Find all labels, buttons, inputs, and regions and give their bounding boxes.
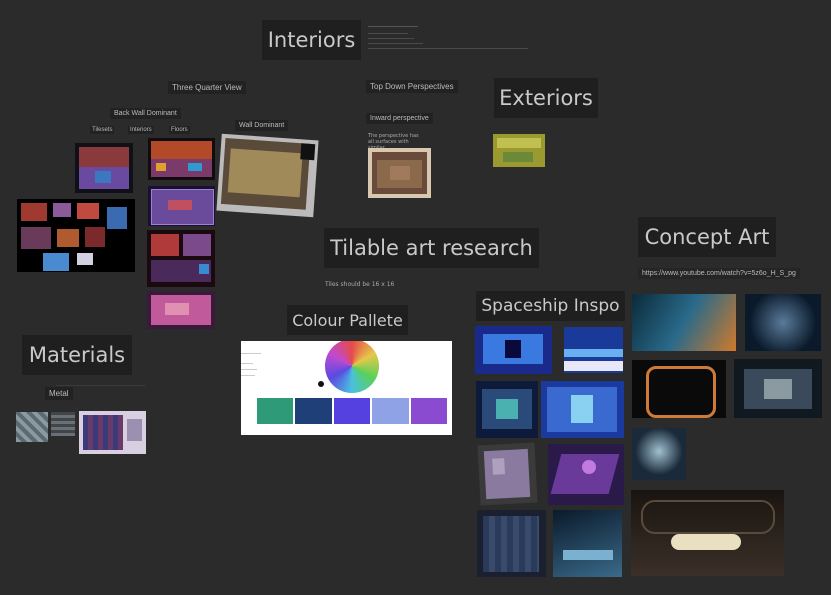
label-wall-dominant[interactable]: Wall Dominant xyxy=(235,120,289,131)
image-concept-3[interactable] xyxy=(632,360,726,418)
image-concept-4[interactable] xyxy=(734,359,822,418)
heading-exteriors[interactable]: Exteriors xyxy=(494,78,598,118)
image-spaceship-1[interactable] xyxy=(475,326,552,374)
image-concept-6[interactable] xyxy=(631,490,784,576)
image-interior-room-2[interactable] xyxy=(148,138,215,180)
label-top-down-perspectives[interactable]: Top Down Perspectives xyxy=(366,80,458,93)
image-metal-1[interactable] xyxy=(16,412,48,442)
image-metal-2[interactable] xyxy=(51,412,75,436)
wheel-handle[interactable] xyxy=(318,381,324,387)
swatch-1[interactable] xyxy=(257,398,294,424)
heading-colour-pallete[interactable]: Colour Pallete xyxy=(287,305,408,335)
image-spaceship-8[interactable] xyxy=(553,510,622,577)
image-concept-5[interactable] xyxy=(632,428,686,480)
label-back-wall-dominant[interactable]: Back Wall Dominant xyxy=(110,108,181,119)
swatch-2[interactable] xyxy=(295,398,332,424)
image-interior-room-3[interactable] xyxy=(148,186,215,226)
image-metal-3[interactable] xyxy=(79,411,146,454)
heading-materials[interactable]: Materials xyxy=(22,335,132,375)
swatch-3[interactable] xyxy=(333,398,371,424)
image-spaceship-7[interactable] xyxy=(477,510,546,577)
heading-interiors[interactable]: Interiors xyxy=(262,20,361,60)
note-youtube-link[interactable]: https://www.youtube.com/watch?v=5z6o_H_S… xyxy=(638,268,800,279)
image-interior-room-4[interactable] xyxy=(147,230,215,287)
image-spaceship-5[interactable] xyxy=(477,442,538,506)
heading-concept-art[interactable]: Concept Art xyxy=(638,217,776,257)
label-tilesets[interactable]: Tilesets xyxy=(90,126,115,134)
divider-line xyxy=(56,385,146,386)
image-concept-2[interactable] xyxy=(745,294,821,351)
label-floors[interactable]: Floors xyxy=(169,126,190,134)
color-wheel[interactable] xyxy=(325,341,379,393)
image-spaceship-4[interactable] xyxy=(541,381,624,438)
label-three-quarter-view[interactable]: Three Quarter View xyxy=(168,81,246,94)
image-concept-1[interactable] xyxy=(632,294,736,351)
interiors-notes-block xyxy=(368,24,533,52)
image-exterior-map[interactable] xyxy=(493,134,545,167)
label-interiors-sub[interactable]: Interiors xyxy=(128,126,154,134)
image-spaceship-2[interactable] xyxy=(564,327,623,373)
image-interior-room-1[interactable] xyxy=(75,143,133,193)
image-top-down-room[interactable] xyxy=(368,148,431,198)
label-inward-perspective[interactable]: Inward perspective xyxy=(366,113,433,124)
note-tiles-size: Tiles should be 16 x 16 xyxy=(325,281,395,288)
swatch-5[interactable] xyxy=(410,398,448,424)
colour-palette-card[interactable] xyxy=(241,341,452,435)
heading-tilable-art-research[interactable]: Tilable art research xyxy=(324,228,539,268)
label-metal[interactable]: Metal xyxy=(45,387,73,400)
image-interior-tileset[interactable] xyxy=(17,199,135,272)
image-wall-dominant-room[interactable] xyxy=(216,133,319,218)
swatch-4[interactable] xyxy=(372,398,409,424)
image-spaceship-6[interactable] xyxy=(548,444,624,505)
swatch-row xyxy=(257,398,448,424)
image-spaceship-3[interactable] xyxy=(476,381,538,438)
heading-spaceship-inspo[interactable]: Spaceship Inspo xyxy=(476,291,625,321)
image-interior-room-5[interactable] xyxy=(147,291,215,329)
